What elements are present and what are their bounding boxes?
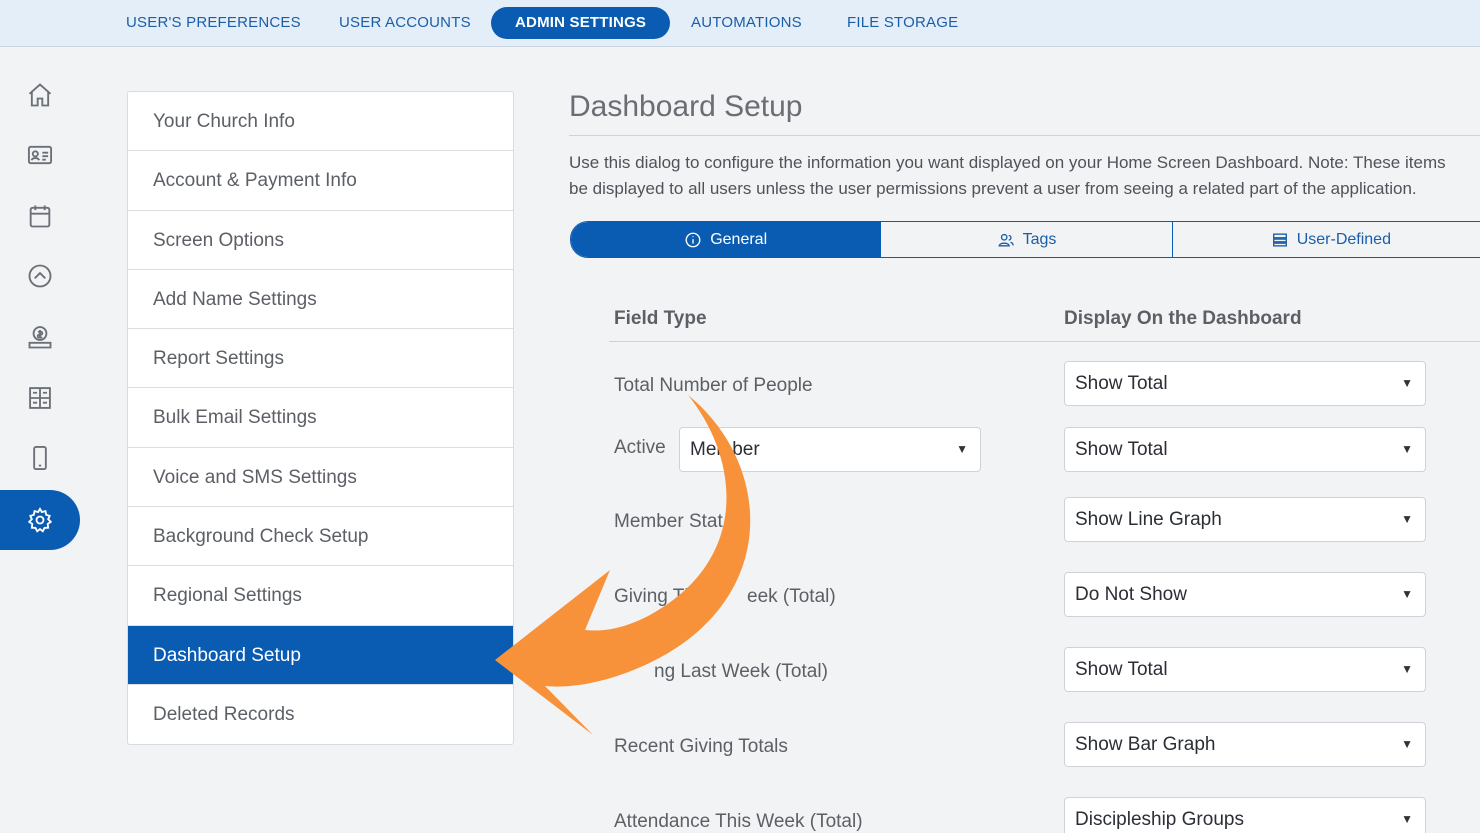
tab-user-accounts[interactable]: USER ACCOUNTS [315, 7, 495, 39]
rail-giving[interactable] [0, 307, 80, 367]
field-label-giving-last-week: ng Last Week (Total) [654, 661, 828, 682]
menu-item-dashboard-setup[interactable]: Dashboard Setup [128, 625, 513, 685]
rail-mobile[interactable] [0, 428, 80, 488]
field-label-active: Active [614, 437, 666, 458]
info-icon [685, 232, 701, 247]
menu-item-deleted-records[interactable]: Deleted Records [128, 685, 513, 744]
calendar-icon [29, 205, 51, 228]
field-label-giving-this-week: Giving Th [614, 586, 695, 607]
select-value: Show Total [1075, 659, 1168, 680]
page-description: Use this dialog to configure the informa… [569, 153, 1446, 198]
menu-item-regional-settings[interactable]: Regional Settings [128, 566, 513, 626]
subtab-user-defined-label: User-Defined [1296, 230, 1391, 248]
subtab-tags-label: Tags [1022, 230, 1057, 248]
select-value: Show Total [1075, 373, 1168, 394]
mobile-icon [33, 445, 47, 471]
display-select-member-stats[interactable]: Show Line Graph ▼ [1064, 497, 1426, 542]
rail-home[interactable] [0, 65, 80, 125]
display-select-giving-last-week[interactable]: Show Total ▼ [1064, 647, 1426, 692]
donation-icon [28, 326, 52, 349]
caret-down-icon: ▼ [1401, 737, 1413, 751]
rail-settings[interactable] [0, 490, 80, 550]
grid-icon [29, 387, 51, 409]
gear-icon [27, 507, 53, 533]
rail-calendar[interactable] [0, 186, 80, 246]
caret-down-icon: ▼ [1401, 376, 1413, 390]
display-select-attendance-this-week[interactable]: Discipleship Groups ▼ [1064, 797, 1426, 833]
rail-contacts[interactable] [0, 125, 80, 185]
list-icon [1272, 232, 1287, 247]
page-title: Dashboard Setup [569, 90, 1480, 136]
menu-item-screen-options[interactable]: Screen Options [128, 211, 513, 270]
menu-item-voice-sms-settings[interactable]: Voice and SMS Settings [128, 448, 513, 508]
menu-item-account-payment-info[interactable]: Account & Payment Info [128, 151, 513, 211]
caret-down-icon: ▼ [1401, 587, 1413, 601]
subtab-tags[interactable]: Tags [881, 222, 1173, 257]
display-select-active[interactable]: Show Total ▼ [1064, 427, 1426, 472]
caret-down-icon: ▼ [1401, 812, 1413, 826]
display-select-recent-giving-totals[interactable]: Show Bar Graph ▼ [1064, 722, 1426, 767]
field-label-attendance-this-week: Attendance This Week (Total) [614, 811, 863, 832]
subtab-general[interactable]: General [571, 222, 882, 257]
menu-item-background-check-setup[interactable]: Background Check Setup [128, 507, 513, 567]
subtab-general-label: General [710, 230, 768, 248]
field-label-total-people: Total Number of People [614, 375, 813, 396]
left-icon-rail [0, 48, 80, 833]
select-value: Show Line Graph [1075, 509, 1222, 530]
active-status-select[interactable]: Member ▼ [679, 427, 981, 472]
caret-down-icon: ▼ [1401, 662, 1413, 676]
top-nav: USER'S PREFERENCES USER ACCOUNTS ADMIN S… [0, 0, 1480, 47]
dashboard-setup-panel: Dashboard Setup Use this dialog to confi… [569, 90, 1480, 833]
menu-item-your-church-info[interactable]: Your Church Info [128, 92, 513, 152]
rail-groups[interactable] [0, 246, 80, 306]
caret-down-icon: ▼ [956, 442, 968, 456]
header-field-type: Field Type [614, 308, 707, 329]
table-header: Field Type Display On the Dashboard [609, 308, 1480, 342]
chevron-up-circle-icon [28, 264, 52, 288]
menu-item-report-settings[interactable]: Report Settings [128, 329, 513, 389]
rail-reports[interactable] [0, 368, 80, 428]
field-label-member-stats: Member Stat [614, 511, 723, 532]
select-value: Show Bar Graph [1075, 734, 1216, 755]
field-label-giving-this-week-tail: eek (Total) [747, 586, 836, 607]
people-icon [998, 233, 1014, 247]
select-value: Do Not Show [1075, 584, 1187, 605]
dashboard-subtabs: General Tags User-Defined [570, 221, 1480, 258]
tab-file-storage[interactable]: FILE STORAGE [823, 7, 982, 39]
contact-card-icon [27, 145, 53, 165]
subtab-user-defined[interactable]: User-Defined [1173, 222, 1480, 257]
tab-admin-settings[interactable]: ADMIN SETTINGS [491, 7, 671, 39]
admin-settings-menu: Your Church Info Account & Payment Info … [127, 91, 514, 746]
header-display-on-dashboard: Display On the Dashboard [1064, 308, 1302, 329]
select-value: Member [690, 439, 760, 460]
caret-down-icon: ▼ [1401, 442, 1413, 456]
tab-users-preferences[interactable]: USER'S PREFERENCES [102, 7, 325, 39]
tab-automations[interactable]: AUTOMATIONS [667, 7, 826, 39]
select-value: Discipleship Groups [1075, 809, 1244, 830]
select-value: Show Total [1075, 439, 1168, 460]
caret-down-icon: ▼ [1401, 512, 1413, 526]
menu-item-bulk-email-settings[interactable]: Bulk Email Settings [128, 388, 513, 448]
menu-item-add-name-settings[interactable]: Add Name Settings [128, 270, 513, 330]
display-select-total-people[interactable]: Show Total ▼ [1064, 361, 1426, 406]
display-select-giving-this-week[interactable]: Do Not Show ▼ [1064, 572, 1426, 617]
home-icon [28, 83, 52, 107]
field-label-recent-giving-totals: Recent Giving Totals [614, 736, 788, 757]
